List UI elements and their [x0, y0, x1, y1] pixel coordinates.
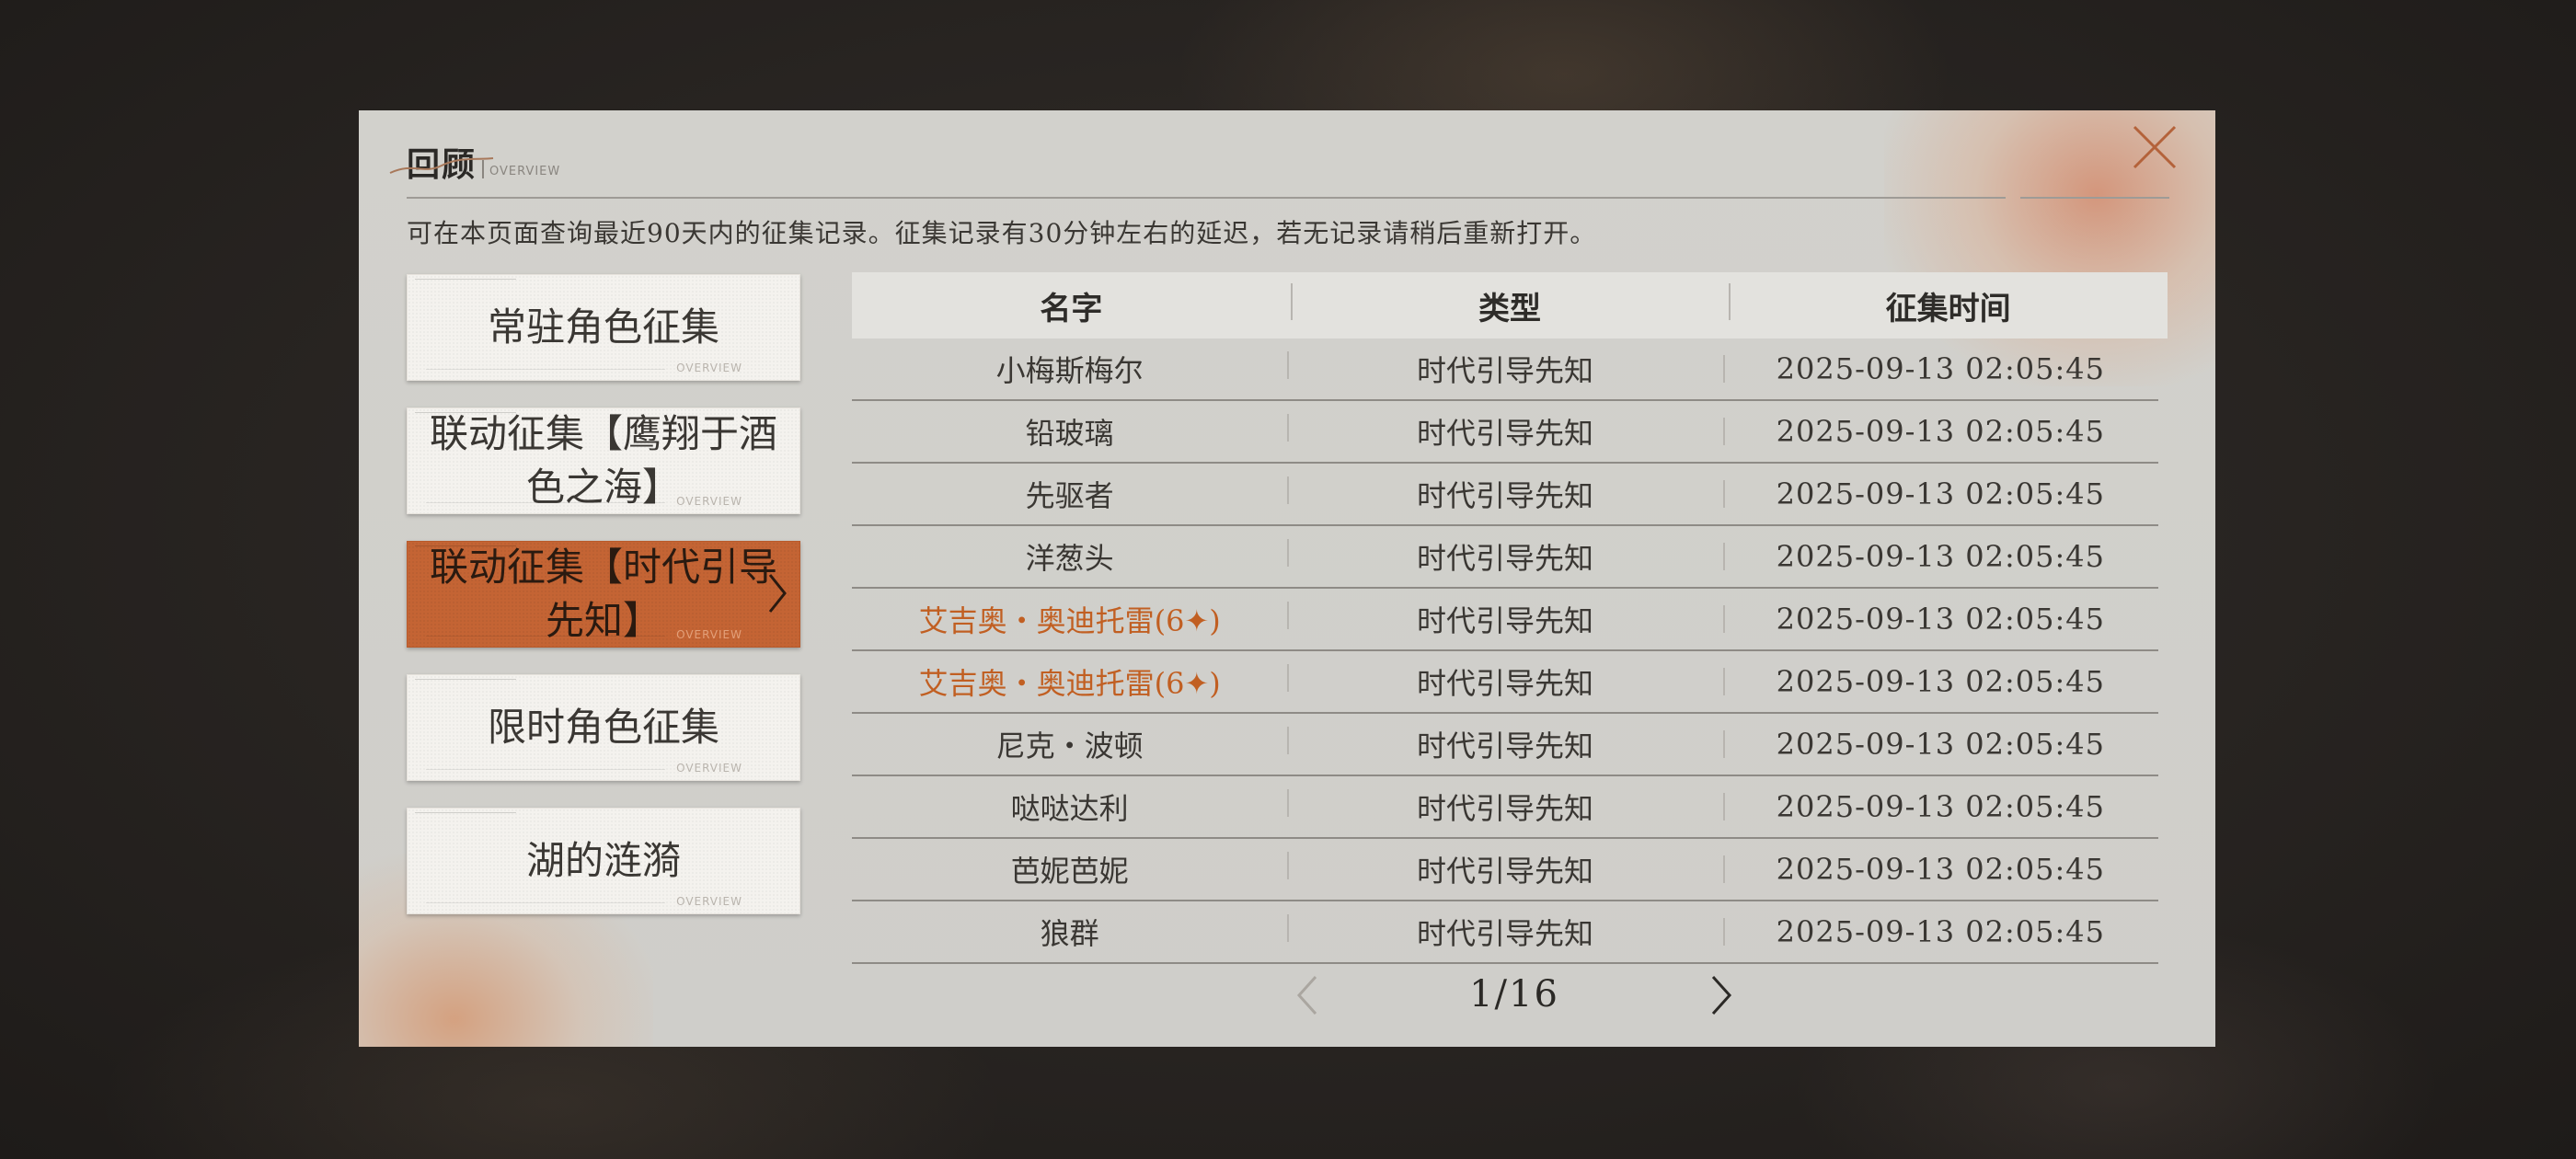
cell-time: 2025-09-13 02:05:45 [1722, 852, 2158, 887]
column-header-time: 征集时间 [1729, 282, 2168, 328]
cell-time: 2025-09-13 02:05:45 [1722, 539, 2158, 574]
tab-footer-text: OVERVIEW [676, 495, 742, 508]
column-header-type: 类型 [1290, 282, 1730, 328]
cell-type: 时代引导先知 [1287, 410, 1722, 453]
cell-type: 时代引导先知 [1287, 473, 1722, 515]
cell-type: 时代引导先知 [1287, 535, 1722, 578]
table-row: 狼群 时代引导先知 2025-09-13 02:05:45 [852, 901, 2158, 964]
cell-name: 艾吉奥・奥迪托雷(6✦) [918, 603, 1221, 638]
cell-type: 时代引导先知 [1287, 786, 1722, 828]
table-row: 先驱者 时代引导先知 2025-09-13 02:05:45 [852, 464, 2158, 526]
column-header-name: 名字 [1040, 290, 1103, 327]
tab-footer-text: OVERVIEW [676, 361, 742, 374]
cell-type: 时代引导先知 [1287, 848, 1722, 890]
cell-name: 芭妮芭妮 [1010, 854, 1129, 889]
cell-time: 2025-09-13 02:05:45 [1722, 414, 2158, 449]
cell-time: 2025-09-13 02:05:45 [1722, 351, 2158, 386]
cell-time: 2025-09-13 02:05:45 [1722, 602, 2158, 637]
table-row: 铅玻璃 时代引导先知 2025-09-13 02:05:45 [852, 401, 2158, 464]
page-indicator: 1/16 [1469, 973, 1559, 1016]
cell-time: 2025-09-13 02:05:45 [1722, 789, 2158, 824]
tab-footer-text: OVERVIEW [676, 628, 742, 641]
title-swoosh-decoration [389, 157, 494, 174]
cell-name: 铅玻璃 [1025, 416, 1114, 451]
table-row: 艾吉奥・奥迪托雷(6✦) 时代引导先知 2025-09-13 02:05:45 [852, 651, 2158, 714]
cell-name: 哒哒达利 [1010, 791, 1129, 826]
chevron-right-icon [1711, 975, 1732, 1016]
cell-name: 尼克・波顿 [995, 729, 1144, 763]
cell-time: 2025-09-13 02:05:45 [1722, 664, 2158, 699]
cell-type: 时代引导先知 [1287, 911, 1722, 953]
pagination: 1/16 [1294, 968, 1735, 1023]
table-row: 尼克・波顿 时代引导先知 2025-09-13 02:05:45 [852, 714, 2158, 776]
tab-label: 限时角色征集 [487, 705, 719, 750]
header-divider-segment [2020, 197, 2169, 199]
table-row: 哒哒达利 时代引导先知 2025-09-13 02:05:45 [852, 776, 2158, 839]
tab-standard-recruit[interactable]: 常驻角色征集 OVERVIEW [407, 274, 800, 381]
cell-type: 时代引导先知 [1287, 660, 1722, 703]
table-header: 名字 类型 征集时间 [852, 272, 2168, 339]
chevron-right-icon [768, 574, 787, 613]
tab-collab-wine-dark-sea[interactable]: 联动征集【鹰翔于酒色之海】 OVERVIEW [407, 407, 800, 514]
table-row: 艾吉奥・奥迪托雷(6✦) 时代引导先知 2025-09-13 02:05:45 [852, 589, 2158, 651]
tab-lake-ripples[interactable]: 湖的涟漪 OVERVIEW [407, 808, 800, 914]
cell-time: 2025-09-13 02:05:45 [1722, 914, 2158, 949]
cell-type: 时代引导先知 [1287, 723, 1722, 765]
records-table: 名字 类型 征集时间 小梅斯梅尔 时代引导先知 2025-09-13 02:05… [852, 272, 2168, 964]
cell-time: 2025-09-13 02:05:45 [1722, 727, 2158, 762]
tab-footer-text: OVERVIEW [676, 762, 742, 775]
notice-text: 可在本页面查询最近90天内的征集记录。征集记录有30分钟左右的延迟，若无记录请稍… [407, 218, 1597, 248]
tab-label: 常驻角色征集 [487, 304, 719, 350]
cell-type: 时代引导先知 [1287, 348, 1722, 390]
cell-name: 先驱者 [1025, 478, 1114, 513]
cell-name: 艾吉奥・奥迪托雷(6✦) [918, 666, 1221, 701]
next-page-button[interactable] [1708, 973, 1735, 1021]
cell-name: 洋葱头 [1025, 541, 1114, 576]
table-row: 洋葱头 时代引导先知 2025-09-13 02:05:45 [852, 526, 2158, 589]
table-row: 小梅斯梅尔 时代引导先知 2025-09-13 02:05:45 [852, 339, 2158, 401]
cell-time: 2025-09-13 02:05:45 [1722, 476, 2158, 511]
cell-type: 时代引导先知 [1287, 598, 1722, 640]
cell-name: 小梅斯梅尔 [995, 353, 1144, 388]
tab-collab-era-prophet[interactable]: 联动征集【时代引导先知】 OVERVIEW [407, 541, 800, 648]
close-button[interactable] [2127, 120, 2182, 175]
close-icon [2133, 125, 2177, 169]
header-divider-segment [1949, 197, 2006, 199]
tab-label: 湖的涟漪 [525, 838, 681, 883]
tab-limited-recruit[interactable]: 限时角色征集 OVERVIEW [407, 674, 800, 781]
table-row: 芭妮芭妮 时代引导先知 2025-09-13 02:05:45 [852, 839, 2158, 901]
header-divider [407, 197, 1987, 199]
banner-tab-list: 常驻角色征集 OVERVIEW 联动征集【鹰翔于酒色之海】 OVERVIEW 联… [407, 274, 802, 941]
tab-footer-text: OVERVIEW [676, 895, 742, 908]
overview-dialog: 回顾 OVERVIEW 可在本页面查询最近90天内的征集记录。征集记录有30分钟… [359, 110, 2215, 1047]
cell-name: 狼群 [1040, 916, 1099, 951]
